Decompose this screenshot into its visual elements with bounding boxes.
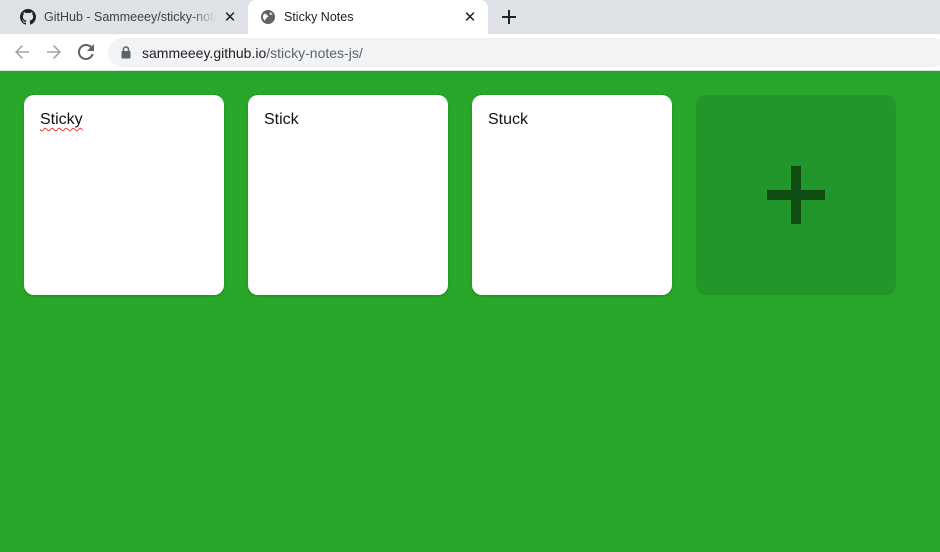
note-text: Stuck — [488, 111, 529, 128]
address-bar[interactable]: sammeeey.github.io/sticky-notes-js/ — [108, 38, 940, 67]
reload-button[interactable] — [74, 40, 98, 64]
sticky-note[interactable]: Stick — [248, 95, 448, 295]
new-tab-button[interactable] — [497, 5, 521, 29]
url-text: sammeeey.github.io/sticky-notes-js/ — [142, 45, 363, 61]
note-text: Stick — [264, 111, 299, 128]
tab-title: GitHub - Sammeeey/sticky-notes-js — [44, 10, 216, 24]
plus-icon — [767, 166, 825, 224]
url-path: /sticky-notes-js/ — [266, 44, 363, 61]
close-icon[interactable]: ✕ — [222, 9, 238, 26]
close-icon[interactable]: ✕ — [462, 9, 478, 26]
reload-icon — [78, 44, 94, 60]
tab-sticky-notes[interactable]: Sticky Notes ✕ — [248, 0, 488, 34]
sticky-note[interactable]: Stuck — [472, 95, 672, 295]
tab-strip: GitHub - Sammeeey/sticky-notes-js ✕ Stic… — [0, 0, 940, 34]
note-text: Sticky — [40, 111, 83, 128]
browser-toolbar: sammeeey.github.io/sticky-notes-js/ — [0, 34, 940, 71]
plus-icon — [502, 10, 516, 24]
globe-icon — [260, 9, 276, 25]
sticky-note[interactable]: Sticky — [24, 95, 224, 295]
sticky-notes-app: Sticky Stick Stuck — [0, 71, 940, 552]
add-note-button[interactable] — [696, 95, 896, 295]
arrow-left-icon — [15, 45, 29, 59]
github-icon — [20, 9, 36, 25]
forward-button[interactable] — [42, 40, 66, 64]
arrow-right-icon — [47, 45, 61, 59]
lock-icon — [120, 46, 132, 60]
tab-github[interactable]: GitHub - Sammeeey/sticky-notes-js ✕ — [8, 0, 248, 34]
url-host: sammeeey.github.io — [142, 44, 267, 61]
tab-title: Sticky Notes — [284, 10, 354, 24]
back-button[interactable] — [10, 40, 34, 64]
